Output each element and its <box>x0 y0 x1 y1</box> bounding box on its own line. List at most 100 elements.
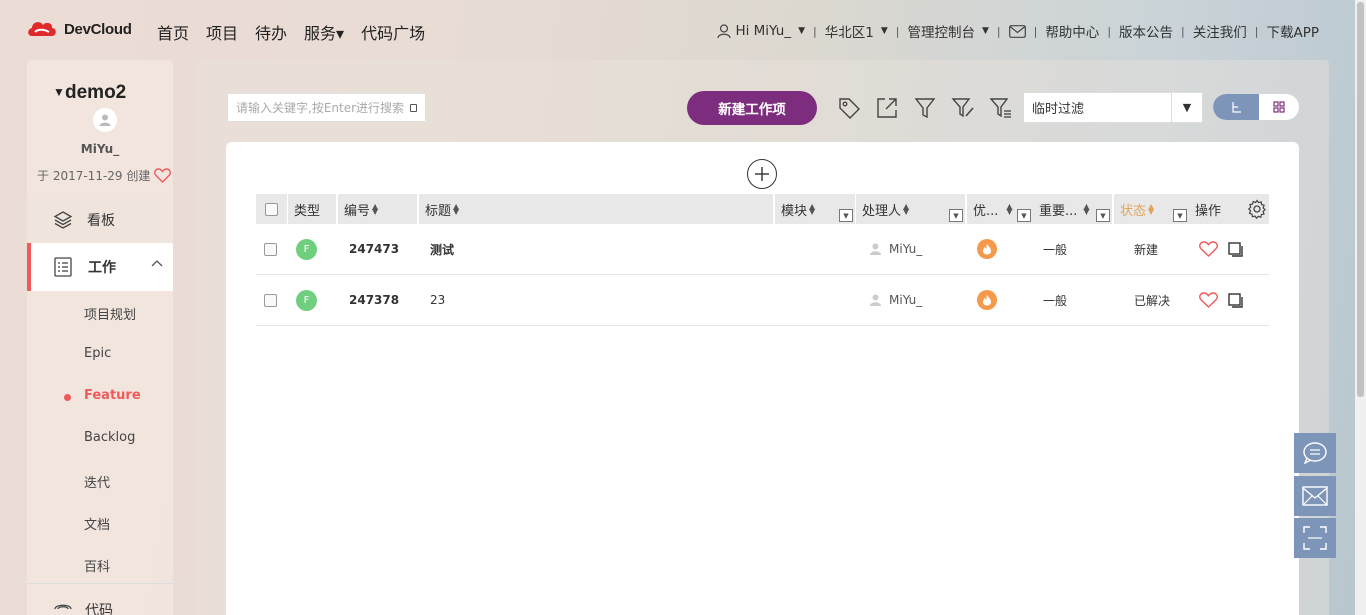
select-all-checkbox[interactable] <box>256 194 287 224</box>
download-app-link[interactable]: 下载APP <box>1266 21 1319 41</box>
row-checkbox[interactable] <box>264 275 277 325</box>
sidebar-subitem-docs[interactable]: 文档 <box>84 514 110 533</box>
caret-down-icon: ▼ <box>53 85 65 99</box>
sort-icon: ▲ ▼ <box>372 202 379 216</box>
item-title[interactable]: 23 <box>430 275 445 325</box>
nav-todo[interactable]: 待办 <box>255 20 287 44</box>
logo[interactable]: DevCloud <box>26 18 132 40</box>
new-work-item-button[interactable]: 新建工作项 <box>687 91 817 125</box>
add-row-button[interactable] <box>747 159 777 189</box>
column-filter-icon[interactable]: ▼ <box>1017 209 1031 222</box>
filter-edit-icon[interactable] <box>950 95 976 121</box>
table-row[interactable]: F 247473 测试 MiYu_ 一般 新建 <box>256 224 1269 275</box>
chat-button[interactable] <box>1294 433 1336 473</box>
table-header: 类型 编号 ▲ ▼ 标题 ▲ ▼ 模块 ▲ ▼ ▼ 处理人 ▲ ▼ ▼ 优... ▲ ▼ ▼ 重要... ▲… <box>256 194 1269 224</box>
sidebar-subitem-feature[interactable]: Feature <box>64 388 141 403</box>
sort-icon: ▲ ▼ <box>1006 202 1013 216</box>
nav-separator: | <box>1181 24 1185 38</box>
help-link[interactable]: 帮助中心 <box>1045 21 1099 41</box>
region-label: 华北区1 <box>824 25 874 41</box>
avatar <box>93 108 117 132</box>
export-icon[interactable] <box>874 95 900 121</box>
importance: 一般 <box>1043 242 1068 257</box>
user-avatar-icon <box>99 114 111 126</box>
filter-list-icon[interactable] <box>988 95 1014 121</box>
table-row[interactable]: F 247378 23 MiYu_ 一般 已解决 <box>256 275 1269 326</box>
console-menu[interactable]: 管理控制台 ▼ <box>907 21 988 41</box>
sidebar-subitem-iteration[interactable]: 迭代 <box>84 472 110 491</box>
user-menu[interactable]: Hi MiYu_ ▼ <box>717 23 805 39</box>
gear-icon[interactable] <box>1247 199 1267 219</box>
heart-icon[interactable] <box>1199 241 1218 257</box>
copy-icon[interactable] <box>1228 292 1243 308</box>
page-scrollbar[interactable] <box>1355 0 1366 615</box>
copy-icon[interactable] <box>1228 241 1243 257</box>
scrollbar-thumb[interactable] <box>1357 2 1364 397</box>
type-badge: F <box>296 224 317 274</box>
status: 已解决 <box>1134 293 1171 308</box>
chat-icon <box>1303 442 1327 465</box>
caret-down-icon: ▼ <box>880 26 888 36</box>
grid-view-button[interactable] <box>1259 94 1299 120</box>
sidebar-item-kanban[interactable]: 看板 <box>27 196 173 244</box>
fullscreen-button[interactable] <box>1294 518 1336 558</box>
column-filter-icon[interactable]: ▼ <box>949 209 963 222</box>
project-switcher[interactable]: ▼ demo2 <box>53 82 127 104</box>
column-header-id[interactable]: 编号 ▲ ▼ <box>338 194 417 224</box>
sort-icon: ▲ ▼ <box>809 202 816 216</box>
user-greeting: Hi MiYu_ <box>735 23 792 39</box>
sidebar-subitem-epic[interactable]: Epic <box>84 346 111 361</box>
caret-down-icon[interactable]: ▼ <box>1171 93 1202 122</box>
row-checkbox[interactable] <box>264 224 277 274</box>
project-name: demo2 <box>65 82 127 103</box>
item-title[interactable]: 测试 <box>430 224 454 274</box>
user-icon <box>717 23 732 38</box>
work-item-card: 类型 编号 ▲ ▼ 标题 ▲ ▼ 模块 ▲ ▼ ▼ 处理人 ▲ ▼ ▼ 优... ▲ ▼ ▼ 重要... ▲… <box>226 142 1299 615</box>
tag-icon[interactable] <box>836 95 862 121</box>
column-filter-icon[interactable]: ▼ <box>1096 209 1110 222</box>
follow-link[interactable]: 关注我们 <box>1193 21 1247 41</box>
notice-link[interactable]: 版本公告 <box>1119 21 1173 41</box>
view-toggle <box>1213 94 1299 120</box>
flame-icon <box>983 295 991 306</box>
sort-icon: ▲ ▼ <box>903 202 910 216</box>
sidebar-subitem-planning[interactable]: 项目规划 <box>84 304 136 323</box>
status: 新建 <box>1134 242 1159 257</box>
sidebar-item-code[interactable]: 代码 <box>53 600 113 615</box>
column-header-assignee[interactable]: 处理人 ▲ ▼ ▼ <box>856 194 965 224</box>
item-id[interactable]: 247378 <box>349 275 399 325</box>
sidebar-item-work[interactable]: 工作 <box>27 243 173 291</box>
search-input[interactable]: 请输入关键字,按Enter进行搜索 <box>227 93 426 122</box>
mail-button[interactable] <box>1294 476 1336 516</box>
project-created: 于 2017-11-29 创建 <box>37 167 172 184</box>
column-header-title[interactable]: 标题 ▲ ▼ <box>419 194 773 224</box>
heart-icon[interactable] <box>1199 292 1218 308</box>
item-id[interactable]: 247473 <box>349 224 399 274</box>
column-filter-icon[interactable]: ▼ <box>1173 209 1187 222</box>
temp-filter-select[interactable]: 临时过滤 ▼ <box>1023 92 1203 123</box>
column-header-importance[interactable]: 重要... ▲ ▼ ▼ <box>1033 194 1112 224</box>
heart-icon[interactable] <box>154 168 172 183</box>
column-header-priority[interactable]: 优... ▲ ▼ ▼ <box>967 194 1033 224</box>
filter-icon[interactable] <box>912 95 938 121</box>
nav-code-square[interactable]: 代码广场 <box>361 20 425 44</box>
chevron-up-icon[interactable] <box>151 259 163 267</box>
sidebar-subitem-wiki[interactable]: 百科 <box>84 556 110 575</box>
assignee: MiYu_ <box>870 275 922 325</box>
search-icon[interactable] <box>410 103 417 112</box>
nav-projects[interactable]: 项目 <box>206 20 238 44</box>
sort-icon: ▲ ▼ <box>1148 202 1155 216</box>
tree-view-button[interactable] <box>1213 94 1259 120</box>
column-filter-icon[interactable]: ▼ <box>839 209 853 222</box>
nav-separator: | <box>1033 24 1038 38</box>
column-header-status[interactable]: 状态 ▲ ▼ ▼ <box>1114 194 1189 224</box>
region-select[interactable]: 华北区1 ▼ <box>825 21 888 41</box>
search-placeholder: 请输入关键字,按Enter进行搜索 <box>236 101 405 115</box>
nav-home[interactable]: 首页 <box>157 20 189 44</box>
sidebar-item-label: 工作 <box>88 260 116 276</box>
column-header-module[interactable]: 模块 ▲ ▼ ▼ <box>775 194 855 224</box>
nav-services[interactable]: 服务▾ <box>304 20 344 44</box>
filter-select-value: 临时过滤 <box>1032 102 1085 117</box>
sidebar-subitem-backlog[interactable]: Backlog <box>84 430 135 445</box>
mail-link[interactable] <box>1008 24 1026 38</box>
